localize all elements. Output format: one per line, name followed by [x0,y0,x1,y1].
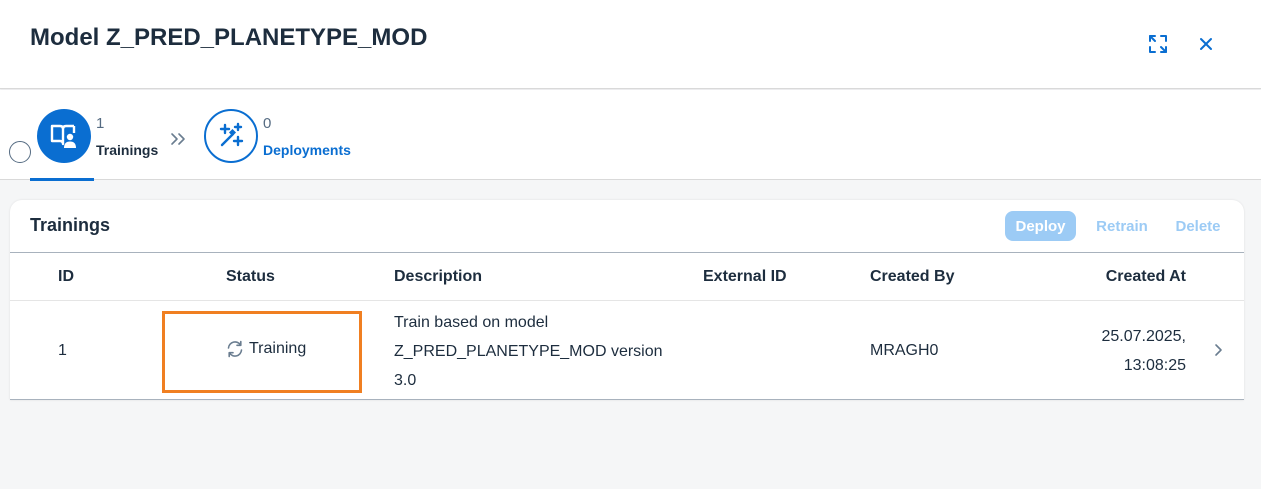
column-header-id[interactable]: ID [58,268,74,286]
row-description: Train based on model Z_PRED_PLANETYPE_MO… [394,308,694,395]
step-deployments-circle [204,109,258,163]
column-header-status[interactable]: Status [226,268,275,286]
magic-wand-icon [219,122,244,147]
description-line-3: 3.0 [394,372,417,389]
row-created-at: 25.07.2025, 13:08:25 [1101,322,1186,380]
row-created-by: MRAGH0 [870,342,939,359]
refresh-icon [227,340,243,358]
page-title: Model Z_PRED_PLANETYPE_MOD [30,24,428,51]
row-select-radio[interactable] [9,141,31,163]
expand-button[interactable] [1144,30,1172,58]
created-at-date: 25.07.2025, [1101,328,1186,345]
created-at-time: 13:08:25 [1123,357,1186,374]
expand-icon [1149,35,1167,53]
row-id: 1 [58,342,67,359]
description-line-2: Z_PRED_PLANETYPE_MOD version [394,343,663,360]
process-flow-bar: 1 Trainings 0 Deployments [0,90,1261,181]
step-trainings-circle [37,109,91,163]
deploy-button[interactable]: Deploy [1005,211,1076,241]
dialog-header: Model Z_PRED_PLANETYPE_MOD [0,0,1261,89]
step-trainings-count: 1 [96,115,105,132]
column-header-external-id[interactable]: External ID [703,268,787,286]
column-header-created-at[interactable]: Created At [1106,268,1186,286]
step-trainings-text: 1 Trainings [96,115,158,159]
trainings-table-title: Trainings [30,215,111,235]
selected-step-indicator [30,178,94,181]
step-trainings[interactable]: 1 Trainings [37,109,158,163]
step-trainings-label: Trainings [96,142,159,158]
step-deployments-text: 0 Deployments [263,115,351,159]
step-deployments-label: Deployments [263,142,351,158]
status-cell: Training [225,339,306,359]
column-header-created-by[interactable]: Created By [870,268,954,286]
chevron-right-icon [1215,344,1222,356]
chevron-double-right-icon [170,130,188,151]
step-deployments-count: 0 [263,115,272,132]
delete-button[interactable]: Delete [1170,211,1226,241]
table-header: ID Status Description External ID Create… [10,252,1244,301]
row-navigation-chevron[interactable] [1213,343,1223,362]
description-line-1: Train based on model [394,314,549,331]
learning-book-icon [50,124,76,148]
close-button[interactable] [1192,30,1220,58]
retrain-button[interactable]: Retrain [1090,211,1154,241]
close-icon [1200,38,1212,50]
column-header-description[interactable]: Description [394,268,482,286]
step-deployments[interactable]: 0 Deployments [204,109,351,163]
status-text: Training [249,340,307,357]
